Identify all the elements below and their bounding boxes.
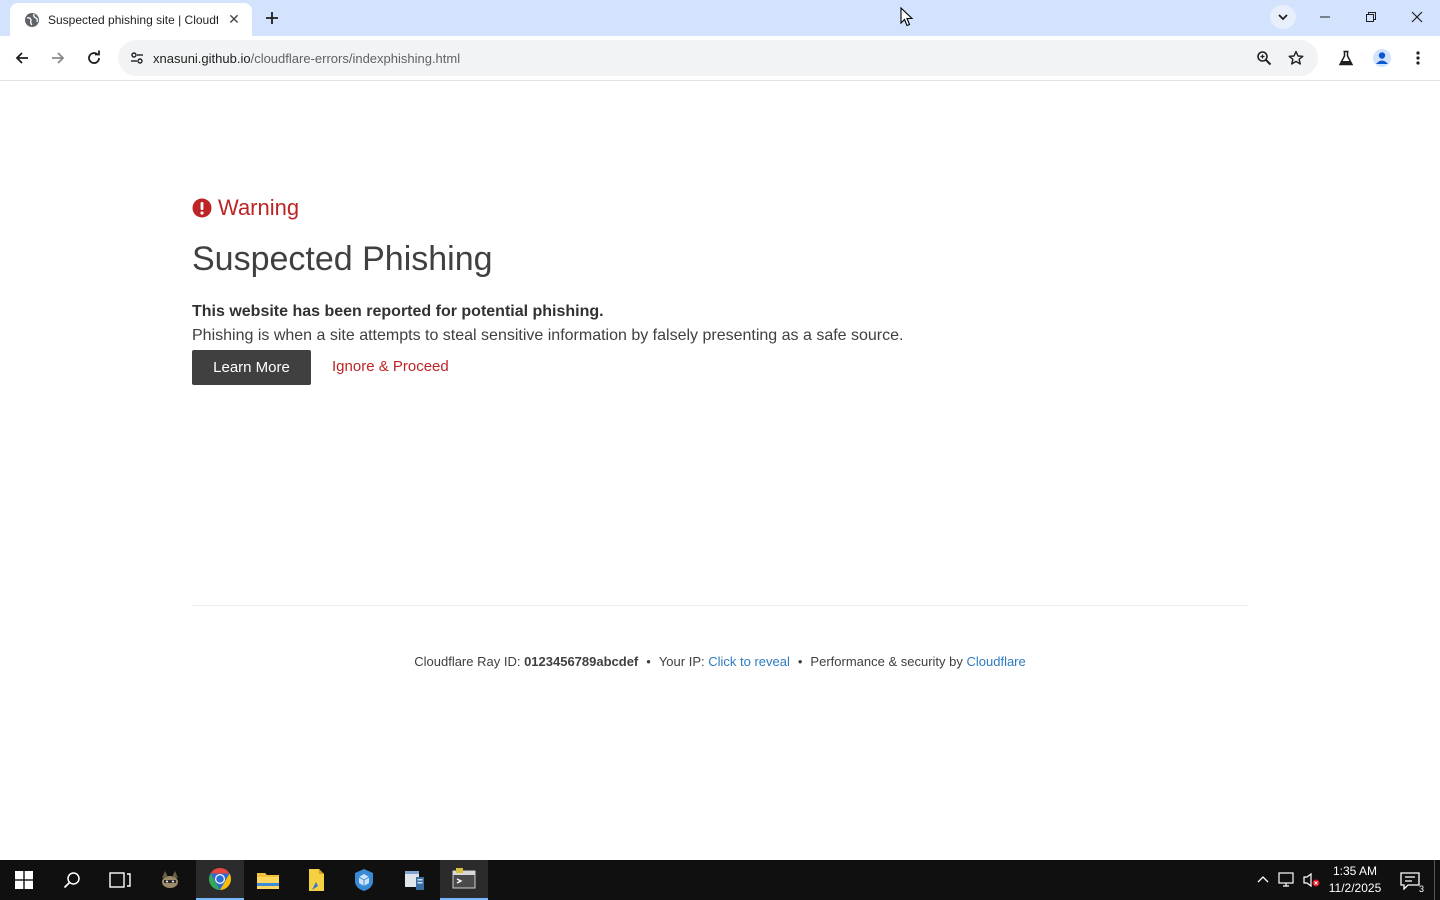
folder-icon [257, 873, 279, 889]
volume-tray-button[interactable] [1301, 870, 1321, 890]
flask-icon [1338, 50, 1354, 66]
windows-logo-icon [15, 871, 33, 889]
plus-icon [266, 12, 278, 24]
taskbar-app-server[interactable] [390, 860, 438, 900]
browser-toolbar: xnasuni.github.io/cloudflare-errors/inde… [0, 36, 1440, 81]
chrome-icon [209, 868, 231, 890]
url-path: /cloudflare-errors/indexphishing.html [250, 50, 461, 66]
labs-button[interactable] [1332, 44, 1360, 72]
server-manager-icon [405, 871, 424, 890]
back-button[interactable] [8, 44, 36, 72]
star-icon [1288, 50, 1304, 65]
notification-icon [1400, 872, 1420, 890]
url-text[interactable]: xnasuni.github.io/cloudflare-errors/inde… [153, 51, 460, 66]
restore-icon [1366, 12, 1376, 22]
show-desktop-button[interactable] [1434, 860, 1440, 900]
terminal-icon [452, 868, 476, 889]
zoom-button[interactable] [1250, 44, 1278, 72]
tab-search-button[interactable] [1270, 5, 1296, 29]
notification-count: 3 [1418, 884, 1424, 894]
arrow-left-icon [15, 52, 28, 64]
reveal-ip-link[interactable]: Click to reveal [708, 654, 790, 669]
show-hidden-icons-button[interactable] [1253, 870, 1273, 890]
menu-button[interactable] [1404, 44, 1432, 72]
exclamation-circle-icon [192, 198, 212, 218]
search-button[interactable] [48, 860, 96, 900]
lead-description: Phishing is when a site attempts to stea… [192, 327, 904, 344]
taskbar-app-explorer[interactable] [244, 860, 292, 900]
restore-button[interactable] [1348, 0, 1394, 34]
ray-id: 0123456789abcdef [524, 654, 639, 669]
chevron-up-icon [1257, 876, 1269, 883]
volume-muted-icon [1303, 872, 1320, 888]
clock-time: 1:35 AM [1332, 864, 1378, 878]
forward-button[interactable] [44, 44, 72, 72]
page-title: Suspected Phishing [192, 240, 493, 278]
mouse-pointer-icon [900, 7, 914, 27]
taskbar-app-console[interactable] [440, 860, 488, 900]
reload-button[interactable] [80, 44, 108, 72]
site-info-button[interactable] [122, 43, 152, 73]
avatar-icon [1373, 49, 1391, 67]
task-view-icon [109, 872, 131, 888]
footer-separator: • [646, 654, 651, 669]
windows-taskbar: 1:35 AM 11/2/2025 3 [0, 860, 1440, 900]
taskbar-app-security[interactable] [340, 860, 388, 900]
url-host: xnasuni.github.io [153, 50, 251, 66]
system-clock[interactable]: 1:35 AM 11/2/2025 [1322, 863, 1388, 897]
globe-icon [24, 12, 40, 28]
tab-title: Suspected phishing site | Cloudf [48, 12, 218, 27]
footer-divider [192, 605, 1248, 606]
chevron-down-icon [1278, 14, 1288, 21]
footer-separator: • [797, 654, 803, 669]
task-view-button[interactable] [96, 860, 144, 900]
shield-cube-icon [355, 869, 373, 891]
ignore-proceed-link[interactable]: Ignore & Proceed [332, 358, 449, 375]
learn-more-button[interactable]: Learn More [192, 350, 311, 385]
search-icon [63, 872, 80, 889]
action-center-button[interactable]: 3 [1396, 868, 1424, 894]
more-vert-icon [1416, 51, 1420, 65]
performance-label: Performance & security by [810, 654, 967, 669]
browser-tab[interactable]: Suspected phishing site | Cloudf ✕ [10, 3, 252, 36]
arrow-right-icon [52, 52, 65, 64]
browser-titlebar: Suspected phishing site | Cloudf ✕ [0, 0, 1440, 36]
cloudflare-footer: Cloudflare Ray ID: 0123456789abcdef • Your… [0, 654, 1440, 669]
minimize-icon [1320, 16, 1330, 18]
taskbar-app-notes[interactable] [292, 860, 340, 900]
new-tab-button[interactable] [260, 6, 284, 30]
page-content: Warning Suspected Phishing This website … [0, 82, 1440, 860]
close-icon [1411, 11, 1423, 23]
taskbar-app-tool[interactable] [146, 860, 194, 900]
address-bar[interactable]: xnasuni.github.io/cloudflare-errors/inde… [118, 40, 1318, 76]
network-icon [1278, 872, 1294, 887]
profile-button[interactable] [1368, 44, 1396, 72]
tune-icon [131, 52, 143, 64]
close-window-button[interactable] [1394, 0, 1440, 34]
lead-statement: This website has been reported for poten… [192, 303, 604, 320]
start-button[interactable] [0, 860, 48, 900]
bookmark-button[interactable] [1282, 44, 1310, 72]
warning-header: Warning [192, 195, 299, 221]
taskbar-app-chrome[interactable] [196, 860, 244, 900]
minimize-button[interactable] [1302, 0, 1348, 34]
zoom-icon [1257, 51, 1272, 66]
ip-label: Your IP: [658, 654, 709, 669]
network-tray-button[interactable] [1277, 870, 1297, 890]
tab-close-icon[interactable]: ✕ [226, 11, 242, 28]
raccoon-app-icon [162, 871, 178, 888]
warning-label: Warning [218, 195, 300, 220]
document-icon [309, 869, 324, 891]
ray-label: Cloudflare Ray ID: [414, 654, 525, 669]
clock-date: 11/2/2025 [1328, 881, 1382, 895]
reload-icon [88, 50, 100, 64]
cloudflare-link[interactable]: Cloudflare [966, 654, 1025, 669]
